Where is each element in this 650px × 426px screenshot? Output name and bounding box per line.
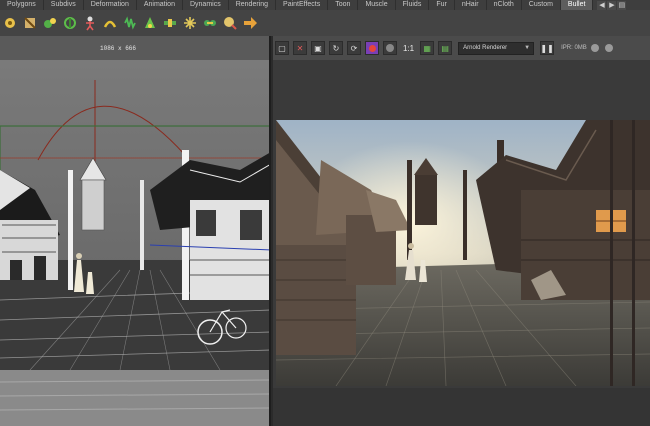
ragdoll-icon[interactable] <box>82 15 98 31</box>
renderer-dropdown-value: Arnold Renderer <box>463 45 508 51</box>
remove-image-icon[interactable]: ▤ <box>438 41 453 55</box>
ipr-options-icon[interactable] <box>604 44 613 52</box>
shelf-scroll-left-icon[interactable]: ◀ <box>597 0 607 10</box>
shelf-tab-muscle[interactable]: Muscle <box>358 0 396 10</box>
shelf-tab-fur[interactable]: Fur <box>429 0 455 10</box>
soft-body-icon[interactable] <box>42 15 58 31</box>
shelf-tab-polygons[interactable]: Polygons <box>0 0 44 10</box>
perspective-viewport[interactable]: 1086 x 666 <box>0 36 271 426</box>
shelf-tab-bullet[interactable]: Bullet <box>560 0 594 10</box>
hinge-constraint-icon[interactable] <box>102 15 118 31</box>
alpha-channel-icon[interactable] <box>383 41 397 55</box>
render-view-panel: ▢ ✕ ▣ ↻ ⟳ 1:1 ▦ ▤ Arnold Renderer ▼ ❚❚ I… <box>273 36 650 426</box>
slider-constraint-icon[interactable] <box>162 15 178 31</box>
render-view-toolbar: ▢ ✕ ▣ ↻ ⟳ 1:1 ▦ ▤ Arnold Renderer ▼ ❚❚ I… <box>273 36 650 60</box>
shelf-tab-animation[interactable]: Animation <box>137 0 183 10</box>
shelf-tab-subdivs[interactable]: Subdivs <box>44 0 84 10</box>
refresh-ipr-icon[interactable]: ⟳ <box>347 41 361 55</box>
six-dof-icon[interactable] <box>182 15 198 31</box>
render-view-empty-area <box>273 388 650 426</box>
ipr-indicator-icon[interactable] <box>590 44 599 52</box>
passive-body-icon[interactable] <box>22 15 38 31</box>
shelf-tab-bar: Polygons Subdivs Deformation Animation D… <box>0 0 650 10</box>
spring-constraint-icon[interactable] <box>122 15 138 31</box>
shelf-tab-fluids[interactable]: Fluids <box>396 0 430 10</box>
rigid-body-icon[interactable] <box>2 15 18 31</box>
close-render-icon[interactable]: ✕ <box>293 41 307 55</box>
redo-render-icon[interactable]: ↻ <box>329 41 343 55</box>
rgb-channels-icon[interactable] <box>365 41 379 55</box>
shelf-scroll-arrows: ◀ ▶ ▤ <box>597 0 627 10</box>
shelf-tab-dynamics[interactable]: Dynamics <box>183 0 229 10</box>
shelf-tab-nhair[interactable]: nHair <box>455 0 487 10</box>
dynamic-constraint-icon[interactable] <box>202 15 218 31</box>
pause-ipr-icon[interactable]: ❚❚ <box>540 41 555 55</box>
sphere-select-icon[interactable] <box>222 15 238 31</box>
shelf-scroll-right-icon[interactable]: ▶ <box>607 0 617 10</box>
render-region-icon[interactable]: ▢ <box>275 41 289 55</box>
shelf-menu-icon[interactable]: ▤ <box>617 0 627 10</box>
renderer-dropdown[interactable]: Arnold Renderer ▼ <box>458 41 535 55</box>
shelf-tab-custom[interactable]: Custom <box>522 0 561 10</box>
shelf-tab-rendering[interactable]: Rendering <box>229 0 277 10</box>
shelf-tab-toon[interactable]: Toon <box>328 0 359 10</box>
rendered-image[interactable] <box>276 120 650 386</box>
keep-image-icon[interactable]: ▦ <box>420 41 435 55</box>
shelf-tab-deformation[interactable]: Deformation <box>84 0 137 10</box>
cone-twist-icon[interactable] <box>142 15 158 31</box>
wireframe-scene-view[interactable] <box>0 60 271 426</box>
shelf-tab-ncloth[interactable]: nCloth <box>487 0 522 10</box>
shelf-tab-painteffects[interactable]: PaintEffects <box>276 0 329 10</box>
arrow-right-icon[interactable] <box>242 15 258 31</box>
zoom-ratio-label[interactable]: 1:1 <box>403 44 414 53</box>
resolution-gate-label: 1086 x 666 <box>100 45 137 52</box>
snapshot-camera-icon[interactable]: ▣ <box>311 41 325 55</box>
viewport-header: 1086 x 666 <box>0 36 269 60</box>
chevron-down-icon: ▼ <box>524 44 531 51</box>
constraint-icon[interactable] <box>62 15 78 31</box>
shelf-icon-row <box>0 10 650 36</box>
ipr-memory-label: IPR: 0MB <box>561 45 587 51</box>
